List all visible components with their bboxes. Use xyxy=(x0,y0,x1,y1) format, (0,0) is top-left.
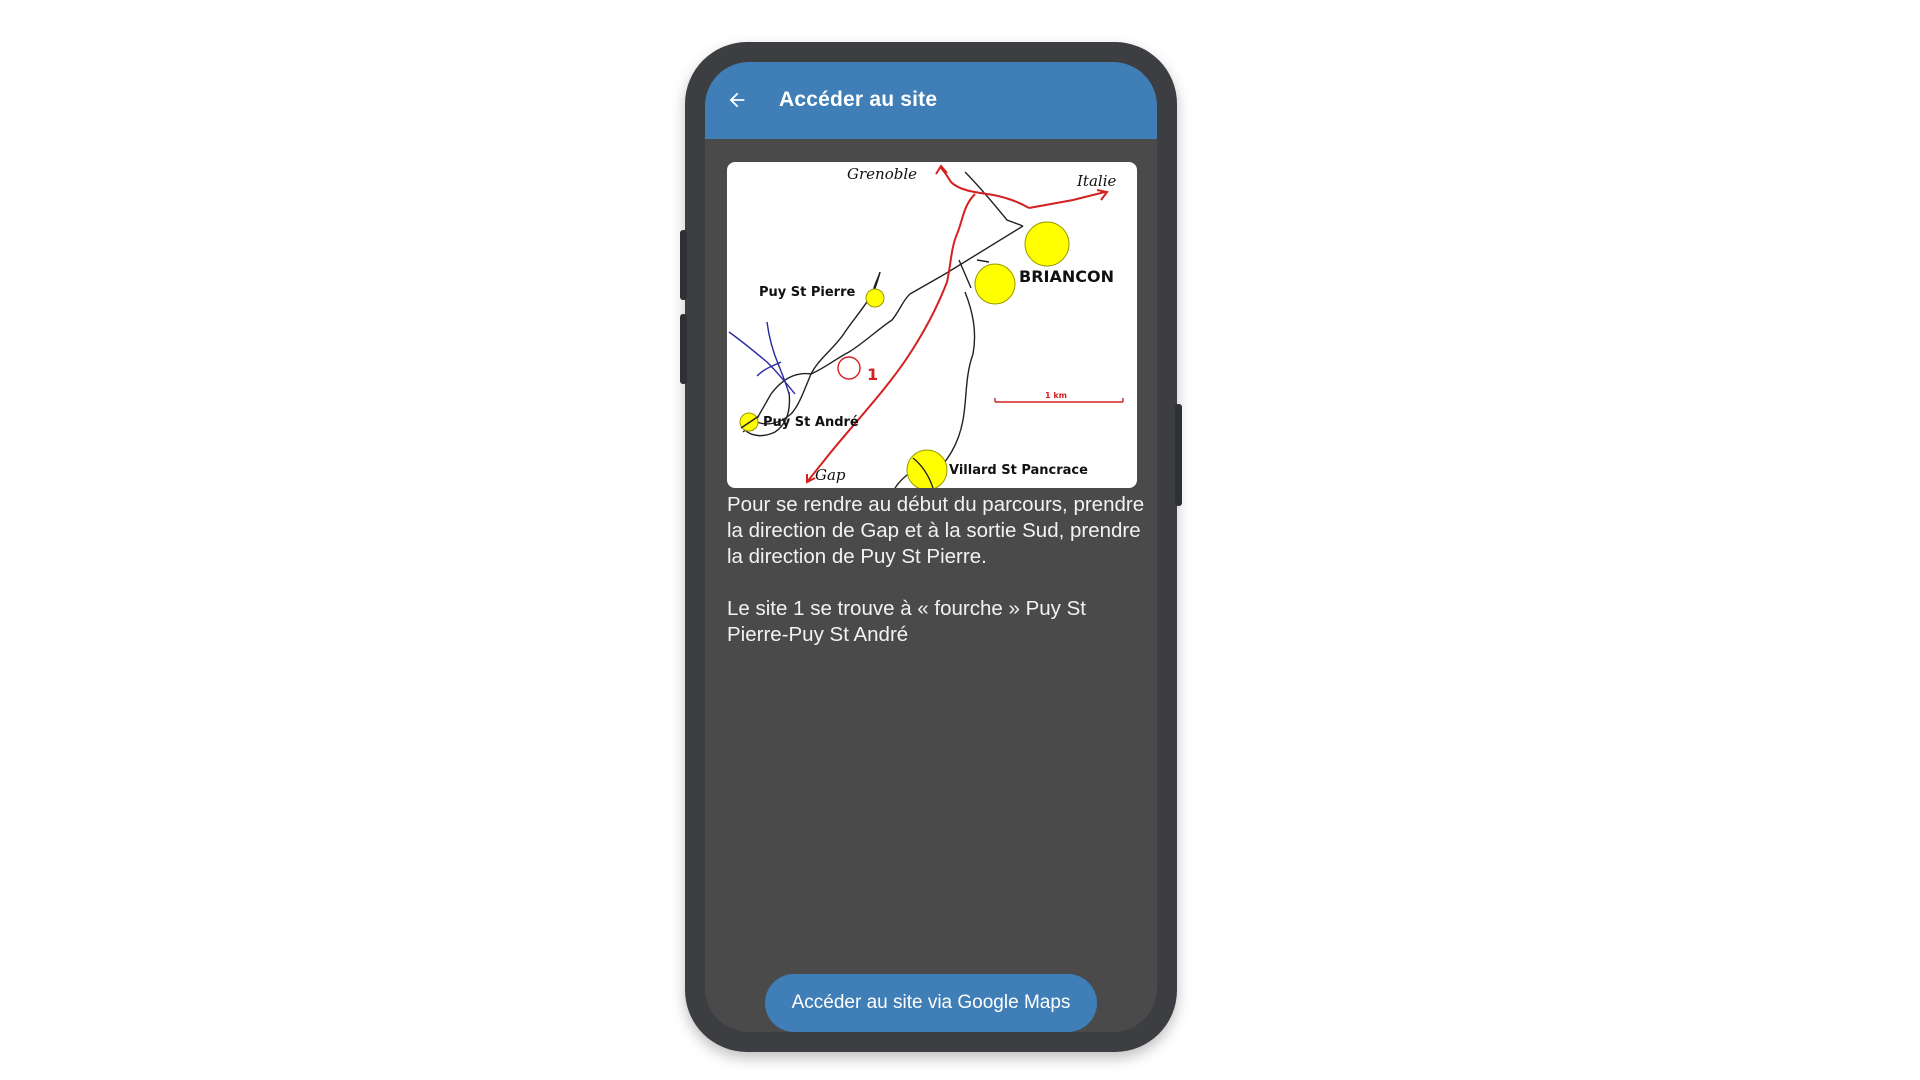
power-button xyxy=(1175,404,1182,506)
app-bar: Accéder au site xyxy=(705,62,1157,139)
map-label-gap: Gap xyxy=(815,466,846,484)
town-marker-briancon xyxy=(974,263,1016,305)
main-road xyxy=(806,164,1109,484)
map-label-italie: Italie xyxy=(1076,172,1116,190)
phone-frame: Accéder au site Grenoble Italie BRIANCON… xyxy=(680,42,1182,1052)
volume-down-button xyxy=(680,314,687,384)
river xyxy=(728,321,796,395)
page-title: Accéder au site xyxy=(779,88,938,111)
directions-paragraph-1: Pour se rendre au début du parcours, pre… xyxy=(727,493,1145,568)
directions-paragraph-2: Le site 1 se trouve à « fourche » Puy St… xyxy=(727,597,1086,646)
map-label-site-number: 1 xyxy=(867,365,878,384)
arrow-left-icon[interactable] xyxy=(719,82,755,118)
roads xyxy=(742,171,1024,488)
map-label-scale: 1 km xyxy=(1045,391,1067,400)
app-screen: Accéder au site Grenoble Italie BRIANCON… xyxy=(705,62,1157,1032)
site-access-map: Grenoble Italie BRIANCON Puy St Pierre 1… xyxy=(727,162,1137,488)
map-label-puy-st-pierre: Puy St Pierre xyxy=(759,285,856,300)
map-label-grenoble: Grenoble xyxy=(847,165,917,183)
map-label-villard: Villard St Pancrace xyxy=(949,463,1088,478)
town-marker-briancon-north xyxy=(1024,221,1070,267)
map-label-puy-st-andre: Puy St André xyxy=(763,415,859,430)
site-1-marker xyxy=(837,356,861,380)
directions-text: Pour se rendre au début du parcours, pre… xyxy=(727,492,1147,674)
town-marker-puy-st-pierre xyxy=(865,288,885,308)
volume-up-button xyxy=(680,230,687,300)
google-maps-button[interactable]: Accéder au site via Google Maps xyxy=(765,974,1097,1032)
map-label-briancon: BRIANCON xyxy=(1019,267,1114,286)
town-marker-villard xyxy=(906,449,948,488)
